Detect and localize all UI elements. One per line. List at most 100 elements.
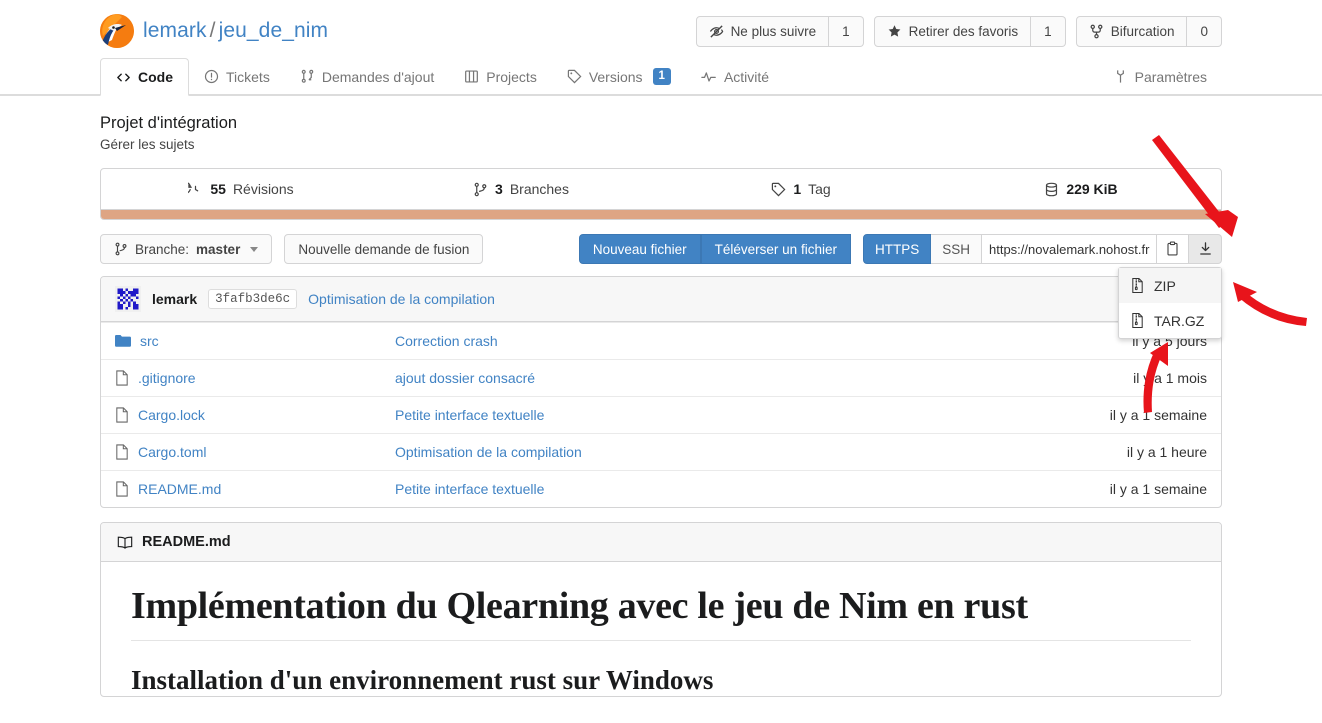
clipboard-icon xyxy=(1165,241,1180,257)
file-name-cell: .gitignore xyxy=(115,370,395,386)
commit-message[interactable]: Optimisation de la compilation xyxy=(308,291,495,307)
table-row[interactable]: Cargo.lock Petite interface textuelle il… xyxy=(101,396,1221,433)
repository-body: Projet d'intégration Gérer les sujets 55… xyxy=(0,96,1322,697)
file-age: il y a 1 semaine xyxy=(1109,407,1207,423)
file-link[interactable]: src xyxy=(140,333,159,349)
stat-branches[interactable]: 3 Branches xyxy=(381,169,661,209)
repository-header: lemark / jeu_de_nim Ne plus suivre 1 Ret… xyxy=(0,0,1322,96)
stat-branches-value: 3 xyxy=(495,181,503,197)
language-segment-rust xyxy=(101,210,1221,219)
download-zip-item[interactable]: ZIP xyxy=(1119,268,1221,303)
repository-name: lemark / jeu_de_nim xyxy=(143,19,328,43)
download-dropdown-menu: ZIP TAR.GZ xyxy=(1118,267,1222,339)
versions-count-badge: 1 xyxy=(652,68,671,85)
new-file-button[interactable]: Nouveau fichier xyxy=(578,234,701,264)
unstar-label: Retirer des favoris xyxy=(908,23,1019,39)
repository-breadcrumb: lemark / jeu_de_nim xyxy=(100,14,328,48)
file-link[interactable]: Cargo.toml xyxy=(138,444,206,460)
owner-link[interactable]: lemark xyxy=(143,19,207,42)
file-age: il y a 1 heure xyxy=(1126,444,1207,460)
fork-button[interactable]: Bifurcation xyxy=(1075,15,1188,47)
fork-count[interactable]: 0 xyxy=(1187,15,1222,47)
eye-slash-icon xyxy=(709,24,724,39)
table-row[interactable]: README.md Petite interface textuelle il … xyxy=(101,470,1221,507)
download-button[interactable] xyxy=(1189,234,1222,264)
branch-prefix-label: Branche: xyxy=(135,241,190,257)
file-commit-message[interactable]: Optimisation de la compilation xyxy=(395,444,1127,460)
download-targz-item[interactable]: TAR.GZ xyxy=(1119,303,1221,338)
watch-count[interactable]: 1 xyxy=(829,15,864,47)
file-commit-message[interactable]: Petite interface textuelle xyxy=(395,407,1110,423)
repository-title-row: lemark / jeu_de_nim Ne plus suivre 1 Ret… xyxy=(0,0,1322,58)
tab-activity[interactable]: Activité xyxy=(686,58,784,95)
tab-code[interactable]: Code xyxy=(100,58,189,96)
unwatch-label: Ne plus suivre xyxy=(730,23,817,39)
table-row[interactable]: src Correction crash il y a 5 jours xyxy=(101,322,1221,359)
copy-url-button[interactable] xyxy=(1157,234,1189,264)
readme-heading-1: Implémentation du Qlearning avec le jeu … xyxy=(131,585,1028,627)
readme-filename: README.md xyxy=(142,534,231,550)
branch-icon xyxy=(114,242,128,256)
protocol-https-button[interactable]: HTTPS xyxy=(862,234,932,264)
file-commit-message[interactable]: Petite interface textuelle xyxy=(395,481,1110,497)
pull-request-icon xyxy=(300,69,315,84)
download-icon xyxy=(1198,241,1213,257)
readme-heading-2: Installation d'un environnement rust sur… xyxy=(131,665,714,695)
repository-stats: 55 Révisions 3 Branches 1 Tag 229 KiB xyxy=(100,168,1222,210)
chevron-down-icon xyxy=(250,246,259,252)
commit-author-name[interactable]: lemark xyxy=(152,291,197,307)
issue-circle-icon xyxy=(204,69,219,84)
file-commit-message[interactable]: ajout dossier consacré xyxy=(395,370,1133,386)
table-row[interactable]: .gitignore ajout dossier consacré il y a… xyxy=(101,359,1221,396)
branch-selector[interactable]: Branche: master xyxy=(100,234,273,264)
clone-url-input[interactable]: https://novalemark.nohost.fr xyxy=(982,234,1157,264)
protocol-ssh-button[interactable]: SSH xyxy=(931,234,982,264)
repository-nav-tabs: Code Tickets Demandes d'ajout Projects V… xyxy=(0,58,1322,96)
identicon-avatar[interactable] xyxy=(115,286,141,312)
new-pull-request-button[interactable]: Nouvelle demande de fusion xyxy=(284,234,484,264)
tag-icon xyxy=(771,182,786,197)
tab-versions[interactable]: Versions 1 xyxy=(552,58,686,95)
stat-tags[interactable]: 1 Tag xyxy=(661,169,941,209)
file-zip-icon xyxy=(1130,312,1145,329)
branch-current-name: master xyxy=(196,241,241,257)
stat-tags-label: Tag xyxy=(808,181,831,197)
stat-commits[interactable]: 55 Révisions xyxy=(101,169,381,209)
stat-commits-label: Révisions xyxy=(232,181,294,197)
readme-content: Implémentation du Qlearning avec le jeu … xyxy=(101,562,1221,696)
repo-link[interactable]: jeu_de_nim xyxy=(219,19,329,42)
unstar-button[interactable]: Retirer des favoris xyxy=(873,15,1032,47)
watch-button-group[interactable]: Ne plus suivre 1 xyxy=(695,15,864,47)
download-zip-label: ZIP xyxy=(1154,277,1176,294)
branch-icon xyxy=(473,182,488,197)
fork-label: Bifurcation xyxy=(1110,23,1175,39)
code-icon xyxy=(116,70,131,85)
star-count[interactable]: 1 xyxy=(1031,15,1066,47)
table-row[interactable]: Cargo.toml Optimisation de la compilatio… xyxy=(101,433,1221,470)
file-zip-icon xyxy=(1130,277,1145,294)
folder-icon xyxy=(115,334,131,348)
breadcrumb-separator: / xyxy=(209,19,216,42)
file-link[interactable]: Cargo.lock xyxy=(138,407,205,423)
tab-projects[interactable]: Projects xyxy=(449,58,552,95)
star-button-group[interactable]: Retirer des favoris 1 xyxy=(873,15,1066,47)
file-commit-message[interactable]: Correction crash xyxy=(395,333,1132,349)
page-subtitle: Gérer les sujets xyxy=(100,137,195,152)
file-link[interactable]: .gitignore xyxy=(138,370,196,386)
file-age: il y a 1 mois xyxy=(1133,370,1207,386)
tab-tickets[interactable]: Tickets xyxy=(189,58,285,95)
clone-widget: HTTPS SSH https://novalemark.nohost.fr Z… xyxy=(862,234,1222,339)
toucan-logo-icon[interactable] xyxy=(100,14,134,48)
unwatch-button[interactable]: Ne plus suivre xyxy=(695,15,830,47)
tab-versions-label: Versions xyxy=(588,68,643,85)
fork-button-group[interactable]: Bifurcation 0 xyxy=(1075,15,1222,47)
upload-file-button[interactable]: Téléverser un fichier xyxy=(700,234,851,264)
tab-pull-requests[interactable]: Demandes d'ajout xyxy=(285,58,449,95)
history-clock-icon xyxy=(188,181,203,197)
readme-panel: README.md Implémentation du Qlearning av… xyxy=(100,522,1222,697)
tab-tickets-label: Tickets xyxy=(226,68,270,85)
commit-sha[interactable]: 3fafb3de6c xyxy=(208,289,298,309)
file-link[interactable]: README.md xyxy=(138,481,221,497)
tab-settings[interactable]: Paramètres xyxy=(1098,58,1222,95)
file-icon xyxy=(115,481,129,497)
